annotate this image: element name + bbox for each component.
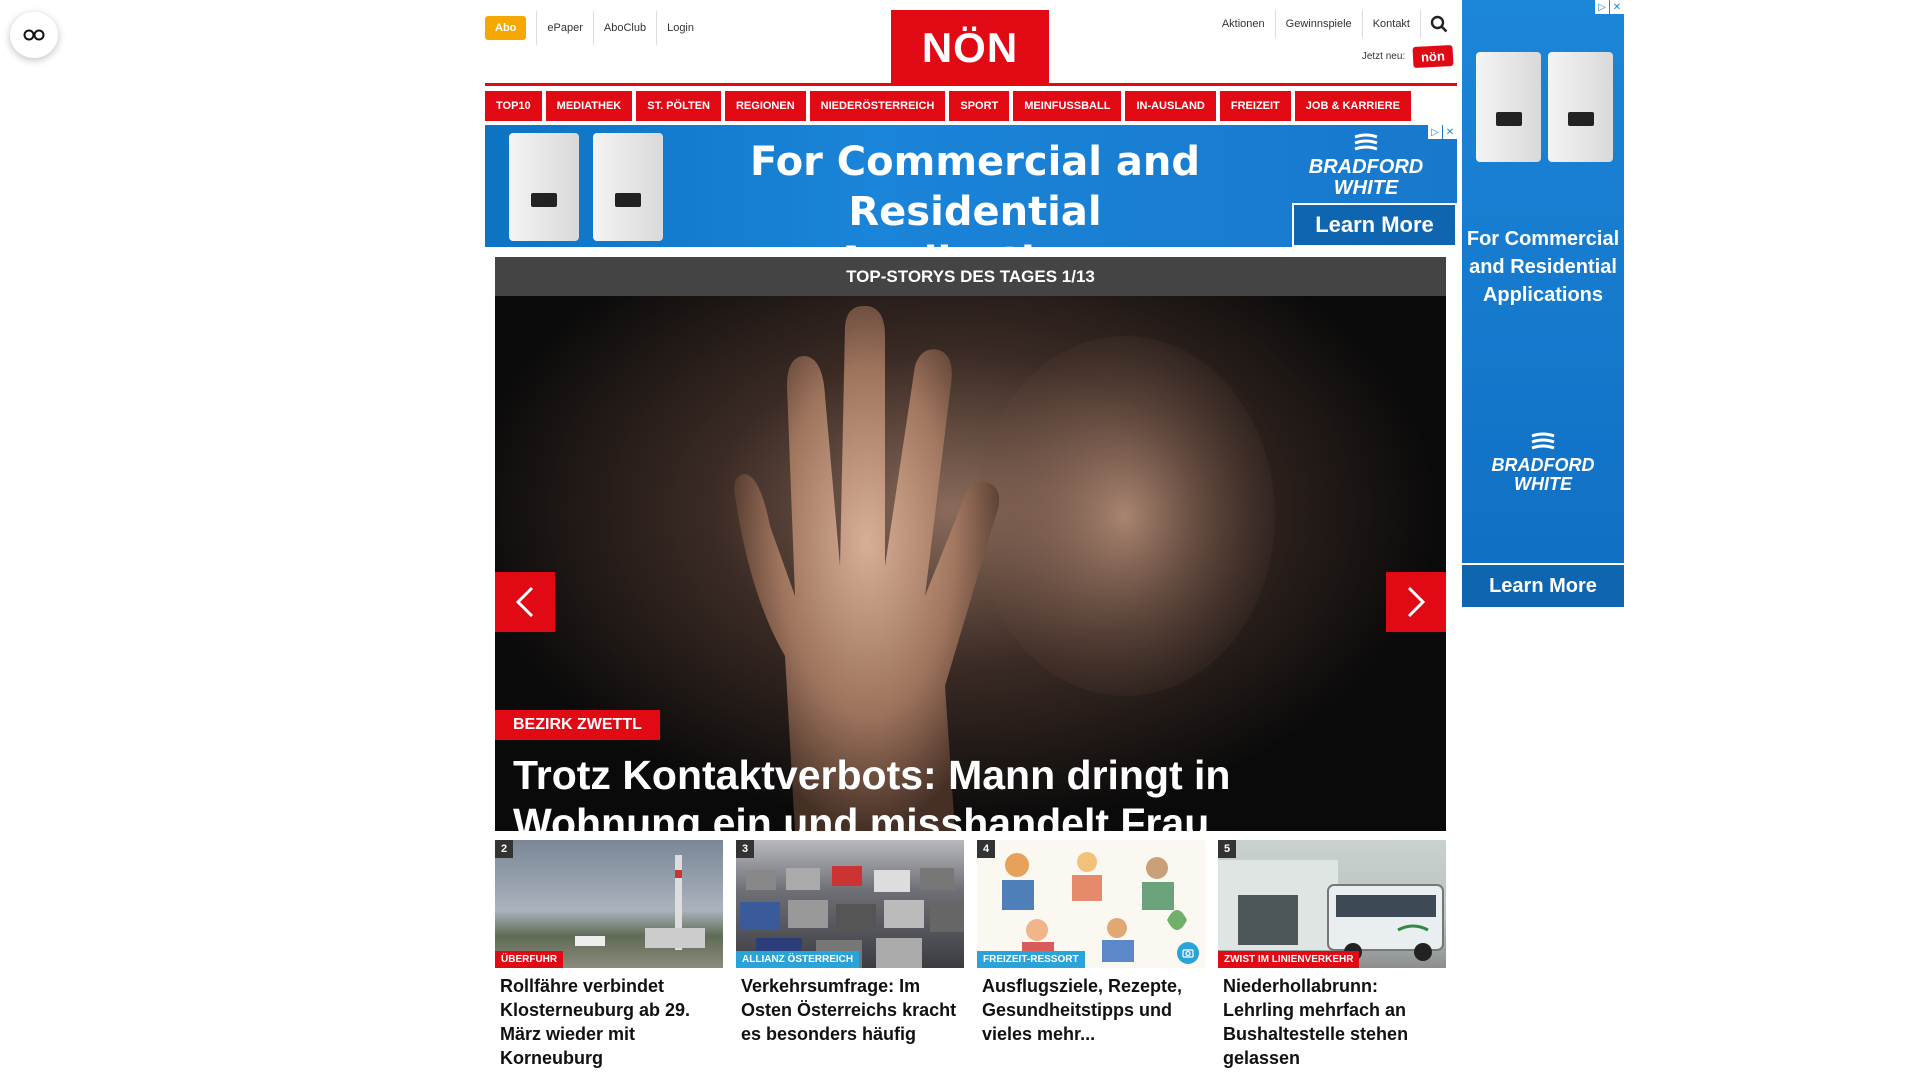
- teaser-headline[interactable]: Ausflugsziele, Rezepte, Gesundheitstipps…: [977, 968, 1205, 1046]
- banner-ad[interactable]: For Commercial and Residential Applicati…: [485, 125, 1457, 247]
- abo-button[interactable]: Abo: [485, 16, 527, 40]
- brand-logo-icon: [1354, 133, 1378, 151]
- banner-ad-brand-text: BRADFORD WHITE: [1308, 156, 1424, 199]
- login-link[interactable]: Login: [656, 11, 704, 45]
- nav-item-sport[interactable]: SPORT: [949, 91, 1010, 121]
- banner-ad-brand: BRADFORD WHITE: [1301, 133, 1431, 199]
- reader-mode-button[interactable]: [10, 12, 58, 58]
- teaser-headline[interactable]: Niederhollabrunn: Lehrling mehrfach an B…: [1218, 968, 1446, 1070]
- side-adchoices-icon[interactable]: ▷ ✕: [1595, 0, 1624, 14]
- boiler-product-image: [497, 133, 677, 241]
- top-right-links: Aktionen Gewinnspiele Kontakt: [1212, 10, 1457, 38]
- top-left-links: Abo ePaper AboClub Login: [485, 11, 704, 45]
- slider-title-bar: TOP-STORYS DES TAGES 1/13: [495, 257, 1446, 296]
- teaser-rank: 5: [1218, 840, 1236, 858]
- camera-icon: [1177, 942, 1199, 964]
- app-logo[interactable]: nön: [1412, 44, 1454, 69]
- nav-item-job-karriere[interactable]: JOB & KARRIERE: [1294, 91, 1411, 121]
- site-header: Abo ePaper AboClub Login NÖN Aktionen Ge…: [485, 0, 1457, 88]
- aktionen-link[interactable]: Aktionen: [1212, 10, 1276, 38]
- teaser-image[interactable]: 5 ZWIST IM LINIENVERKEHR: [1218, 840, 1446, 968]
- hero-image[interactable]: BEZIRK ZWETTL Trotz Kontaktverbots: Mann…: [495, 296, 1446, 831]
- kontakt-link[interactable]: Kontakt: [1363, 10, 1421, 38]
- app-promo[interactable]: Jetzt neu: nön: [1361, 44, 1454, 69]
- side-boiler-product-image: [1470, 52, 1620, 167]
- main-nav: TOP10 MEDIATHEK ST. PÖLTEN REGIONEN NIED…: [485, 91, 1457, 121]
- aboclub-link[interactable]: AboClub: [592, 11, 656, 45]
- teaser-image[interactable]: 4 FREIZEIT-RESSORT: [977, 840, 1205, 968]
- chevron-right-icon: [1407, 586, 1426, 618]
- hero-headline[interactable]: Trotz Kontaktverbots: Mann dringt in Woh…: [513, 751, 1413, 831]
- nav-item-freizeit[interactable]: FREIZEIT: [1219, 91, 1291, 121]
- hero-category-tag[interactable]: BEZIRK ZWETTL: [495, 710, 660, 740]
- slider-prev-button[interactable]: [495, 572, 555, 632]
- teaser-category-tag[interactable]: ÜBERFUHR: [495, 951, 564, 968]
- teaser-card[interactable]: 5 ZWIST IM LINIENVERKEHR Niederhollabrun…: [1218, 840, 1446, 1070]
- epaper-link[interactable]: ePaper: [536, 11, 592, 45]
- site-logo[interactable]: NÖN: [891, 10, 1049, 85]
- nav-item-top10[interactable]: TOP10: [485, 91, 542, 121]
- teaser-headline[interactable]: Rollfähre verbindet Klosterneuburg ab 29…: [495, 968, 723, 1070]
- header-divider: [485, 83, 1457, 86]
- search-icon[interactable]: [1421, 10, 1457, 38]
- nav-item-st-poelten[interactable]: ST. PÖLTEN: [636, 91, 721, 121]
- adchoices-icon[interactable]: ▷ ✕: [1428, 125, 1457, 139]
- gewinnspiele-link[interactable]: Gewinnspiele: [1276, 10, 1363, 38]
- side-ad[interactable]: ▷ ✕ For Commercial and Residential Applic…: [1462, 0, 1624, 607]
- top-stories-slider[interactable]: TOP-STORYS DES TAGES 1/13 BEZIRK ZWETTL …: [495, 257, 1446, 831]
- teaser-card[interactable]: 3 ALLIANZ ÖSTERREICH Verkehrsumfrage: Im…: [736, 840, 964, 1070]
- side-ad-learn-more-button[interactable]: Learn More: [1462, 563, 1624, 607]
- teaser-card[interactable]: 4 FREIZEIT-RESSORT Ausflugsziele, Rezept…: [977, 840, 1205, 1070]
- banner-ad-learn-more-button[interactable]: Learn More: [1292, 203, 1457, 247]
- nav-item-regionen[interactable]: REGIONEN: [724, 91, 806, 121]
- teaser-rank: 4: [977, 840, 995, 858]
- side-ad-headline: For Commercial and Residential Applicati…: [1466, 228, 1620, 306]
- side-brand-logo-icon: [1531, 432, 1555, 450]
- side-ad-brand: BRADFORD WHITE: [1462, 432, 1624, 494]
- nav-item-in-ausland[interactable]: IN-AUSLAND: [1125, 91, 1216, 121]
- teaser-image[interactable]: 2 ÜBERFUHR: [495, 840, 723, 968]
- teaser-card[interactable]: 2 ÜBERFUHR Rollfähre verbindet Klosterne…: [495, 840, 723, 1070]
- teaser-row: 2 ÜBERFUHR Rollfähre verbindet Klosterne…: [495, 840, 1447, 1070]
- nav-item-mediathek[interactable]: MEDIATHEK: [545, 91, 633, 121]
- glasses-icon: [23, 29, 45, 41]
- slider-next-button[interactable]: [1386, 572, 1446, 632]
- banner-ad-headline: For Commercial and Residential Applicati…: [749, 139, 1201, 247]
- teaser-category-tag[interactable]: ALLIANZ ÖSTERREICH: [736, 951, 860, 968]
- teaser-rank: 3: [736, 840, 754, 858]
- jetzt-neu-label: Jetzt neu:: [1361, 51, 1406, 62]
- teaser-rank: 2: [495, 840, 513, 858]
- nav-item-meinfussball[interactable]: MEINFUSSBALL: [1013, 91, 1122, 121]
- nav-item-niederoesterreich[interactable]: NIEDERÖSTERREICH: [809, 91, 946, 121]
- chevron-left-icon: [515, 586, 534, 618]
- teaser-image[interactable]: 3 ALLIANZ ÖSTERREICH: [736, 840, 964, 968]
- side-ad-brand-text: BRADFORD WHITE: [1491, 455, 1595, 494]
- teaser-category-tag[interactable]: ZWIST IM LINIENVERKEHR: [1218, 951, 1360, 968]
- teaser-category-tag[interactable]: FREIZEIT-RESSORT: [977, 951, 1085, 968]
- teaser-headline[interactable]: Verkehrsumfrage: Im Osten Österreichs kr…: [736, 968, 964, 1046]
